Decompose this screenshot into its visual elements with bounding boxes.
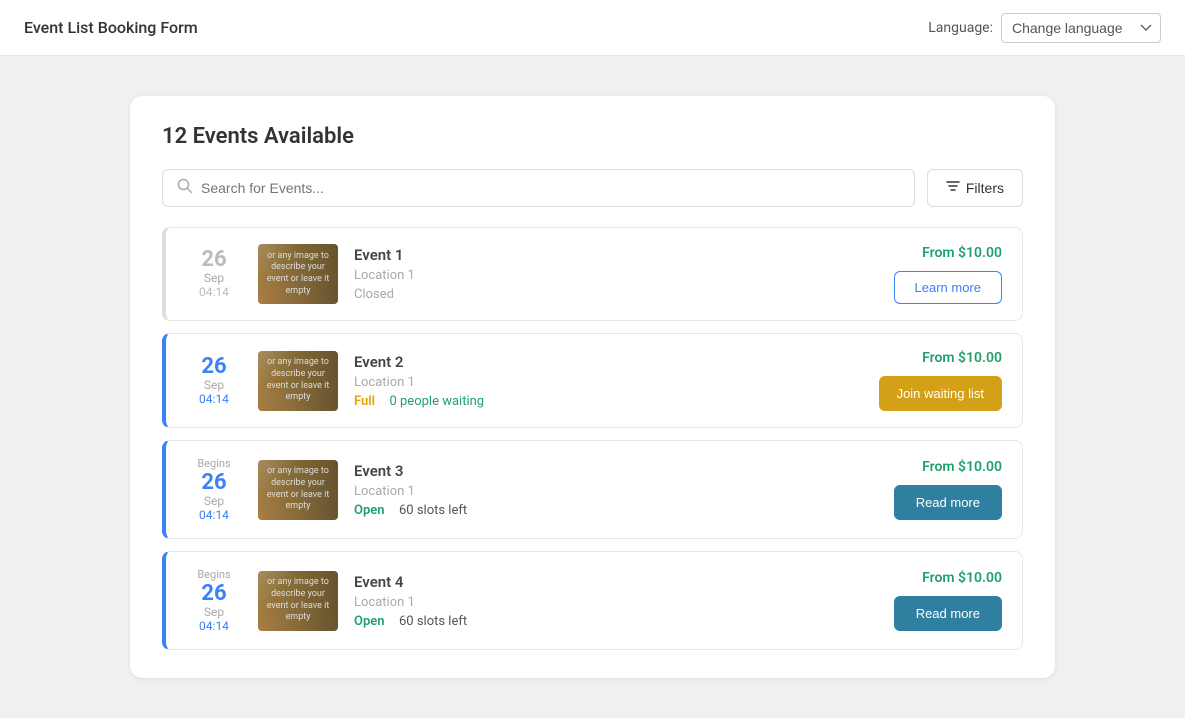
event-month: Sep	[186, 605, 242, 619]
event-date-block: Begins 26 Sep 04:14	[186, 568, 242, 633]
event-location: Location 1	[354, 375, 826, 390]
event-date-block: 26 Sep 04:14	[186, 356, 242, 406]
app-title: Event List Booking Form	[24, 18, 198, 37]
events-count-title: 12 Events Available	[162, 124, 1023, 149]
event-date-block: 26 Sep 04:14	[186, 249, 242, 299]
event-info: Event 3 Location 1 Open 60 slots left	[354, 462, 826, 518]
event-right-block: From $10.00 Read more	[842, 459, 1002, 520]
event-thumbnail: or any image to describe your event or l…	[258, 460, 338, 520]
join-waiting-button[interactable]: Join waiting list	[879, 376, 1002, 411]
event-status: Full	[354, 394, 375, 409]
event-day: 26	[186, 249, 242, 271]
search-input[interactable]	[201, 170, 900, 206]
thumb-text: or any image to describe your event or l…	[258, 247, 338, 302]
event-thumbnail: or any image to describe your event or l…	[258, 244, 338, 304]
event-status: Closed	[354, 287, 394, 302]
search-icon	[177, 178, 193, 198]
event-location: Location 1	[354, 268, 826, 283]
events-card: 12 Events Available Filters	[130, 96, 1055, 678]
thumb-text: or any image to describe your event or l…	[258, 353, 338, 408]
event-day: 26	[186, 472, 242, 494]
event-right-block: From $10.00 Join waiting list	[842, 350, 1002, 411]
event-thumbnail: or any image to describe your event or l…	[258, 571, 338, 631]
filter-button[interactable]: Filters	[927, 169, 1023, 207]
event-name: Event 3	[354, 462, 826, 480]
event-info: Event 4 Location 1 Open 60 slots left	[354, 573, 826, 629]
event-price: From $10.00	[922, 245, 1002, 261]
event-slots: 60 slots left	[393, 614, 468, 629]
event-name: Event 1	[354, 246, 826, 264]
event-price: From $10.00	[922, 350, 1002, 366]
event-status: Open	[354, 503, 385, 518]
filter-button-label: Filters	[966, 180, 1004, 196]
event-location: Location 1	[354, 484, 826, 499]
event-location: Location 1	[354, 595, 826, 610]
event-status-row: Full 0 people waiting	[354, 394, 826, 409]
event-status-row: Closed	[354, 287, 826, 302]
language-select[interactable]: Change language English Français Español…	[1001, 13, 1161, 43]
event-info: Event 2 Location 1 Full 0 people waiting	[354, 353, 826, 409]
event-status-row: Open 60 slots left	[354, 503, 826, 518]
search-wrapper	[162, 169, 915, 207]
event-status-row: Open 60 slots left	[354, 614, 826, 629]
event-name: Event 4	[354, 573, 826, 591]
learn-more-button[interactable]: Learn more	[894, 271, 1002, 304]
language-selector-area: Language: Change language English França…	[928, 13, 1161, 43]
event-list: 26 Sep 04:14 or any image to describe yo…	[162, 227, 1023, 650]
event-date-block: Begins 26 Sep 04:14	[186, 457, 242, 522]
event-right-block: From $10.00 Read more	[842, 570, 1002, 631]
thumb-text: or any image to describe your event or l…	[258, 462, 338, 517]
filter-icon	[946, 180, 960, 196]
event-info: Event 1 Location 1 Closed	[354, 246, 826, 302]
event-month: Sep	[186, 271, 242, 285]
main-content: 12 Events Available Filters	[0, 56, 1185, 718]
event-price: From $10.00	[922, 570, 1002, 586]
event-begins-label: Begins	[186, 568, 242, 581]
event-thumbnail: or any image to describe your event or l…	[258, 351, 338, 411]
event-month: Sep	[186, 494, 242, 508]
event-price: From $10.00	[922, 459, 1002, 475]
event-time: 04:14	[186, 508, 242, 522]
event-item-event-1: 26 Sep 04:14 or any image to describe yo…	[162, 227, 1023, 321]
read-more-button[interactable]: Read more	[894, 596, 1002, 631]
event-month: Sep	[186, 378, 242, 392]
thumb-text: or any image to describe your event or l…	[258, 573, 338, 628]
event-day: 26	[186, 356, 242, 378]
event-time: 04:14	[186, 392, 242, 406]
event-time: 04:14	[186, 285, 242, 299]
search-filter-row: Filters	[162, 169, 1023, 207]
event-right-block: From $10.00 Learn more	[842, 245, 1002, 304]
event-status: Open	[354, 614, 385, 629]
read-more-button[interactable]: Read more	[894, 485, 1002, 520]
event-item-event-4: Begins 26 Sep 04:14 or any image to desc…	[162, 551, 1023, 650]
event-waiting: 0 people waiting	[383, 394, 484, 409]
event-time: 04:14	[186, 619, 242, 633]
event-item-event-2: 26 Sep 04:14 or any image to describe yo…	[162, 333, 1023, 428]
event-begins-label: Begins	[186, 457, 242, 470]
event-day: 26	[186, 583, 242, 605]
event-item-event-3: Begins 26 Sep 04:14 or any image to desc…	[162, 440, 1023, 539]
event-name: Event 2	[354, 353, 826, 371]
language-label: Language:	[928, 20, 993, 36]
app-header: Event List Booking Form Language: Change…	[0, 0, 1185, 56]
event-slots: 60 slots left	[393, 503, 468, 518]
